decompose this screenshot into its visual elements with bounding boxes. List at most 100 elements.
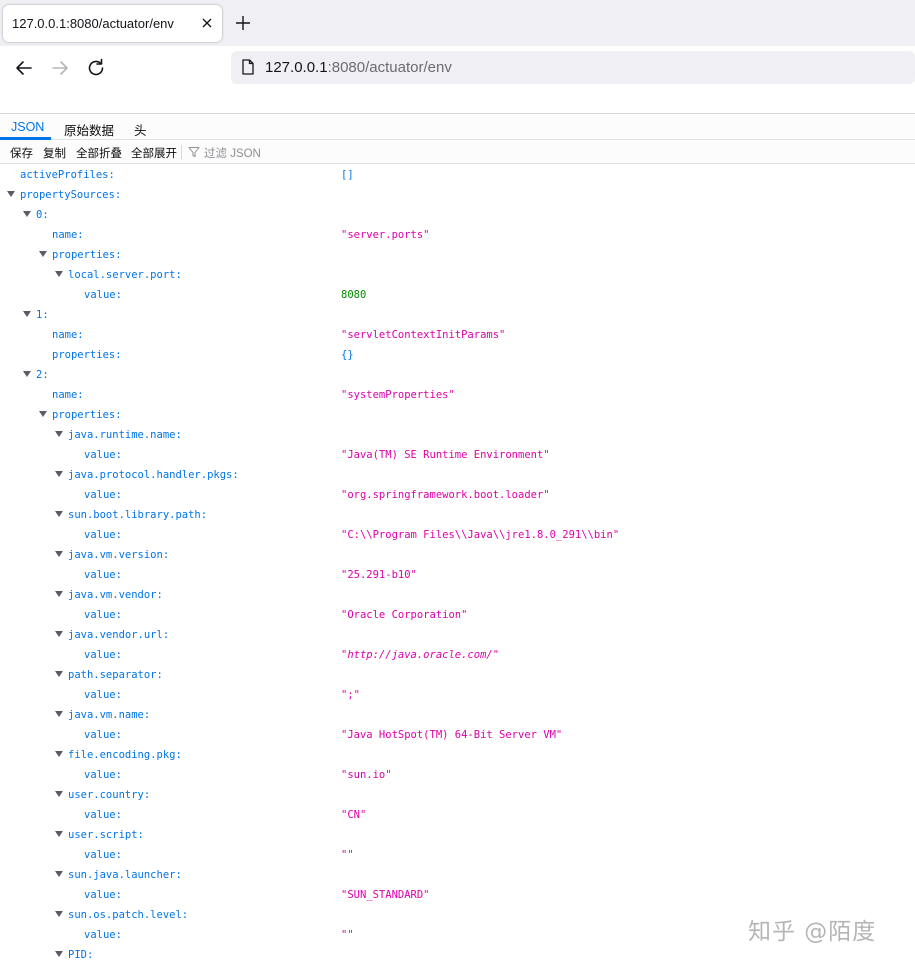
tree-key: path.separator: bbox=[68, 669, 163, 681]
address-bar[interactable]: 127.0.0.1:8080/actuator/env bbox=[231, 51, 915, 84]
url-text[interactable]: 127.0.0.1:8080/actuator/env bbox=[265, 59, 452, 76]
tree-row[interactable]: 2: bbox=[0, 365, 915, 385]
tree-key: value: bbox=[84, 289, 122, 301]
tree-row[interactable]: sun.boot.library.path: bbox=[0, 505, 915, 525]
tree-row[interactable]: java.runtime.name: bbox=[0, 425, 915, 445]
tree-key: value: bbox=[84, 449, 122, 461]
close-tab-icon[interactable] bbox=[199, 15, 215, 31]
tab-title: 127.0.0.1:8080/actuator/env bbox=[12, 16, 174, 31]
expand-toggle-icon[interactable] bbox=[55, 271, 63, 277]
tree-value: "Java(TM) SE Runtime Environment" bbox=[341, 449, 550, 461]
expand-toggle-icon[interactable] bbox=[39, 251, 47, 257]
tree-key: java.vm.name: bbox=[68, 709, 151, 721]
tree-row[interactable]: java.vm.version: bbox=[0, 545, 915, 565]
tree-key: sun.boot.library.path: bbox=[68, 509, 208, 521]
expand-toggle-icon[interactable] bbox=[7, 191, 15, 197]
save-button[interactable]: 保存 bbox=[10, 145, 33, 161]
expand-toggle-icon[interactable] bbox=[23, 371, 31, 377]
tree-row[interactable]: 1: bbox=[0, 305, 915, 325]
url-path: :8080/actuator/env bbox=[327, 59, 452, 76]
tree-key: value: bbox=[84, 929, 122, 941]
tree-row[interactable]: java.vm.name: bbox=[0, 705, 915, 725]
filter-json-input[interactable]: 过滤 JSON bbox=[204, 145, 261, 161]
expand-toggle-icon[interactable] bbox=[55, 951, 63, 957]
tree-row[interactable]: user.country: bbox=[0, 785, 915, 805]
tree-key: value: bbox=[84, 729, 122, 741]
expand-toggle-icon[interactable] bbox=[55, 671, 63, 677]
tab-json[interactable]: JSON bbox=[11, 120, 44, 134]
tree-key: file.encoding.pkg: bbox=[68, 749, 182, 761]
expand-toggle-icon[interactable] bbox=[55, 871, 63, 877]
expand-toggle-icon[interactable] bbox=[55, 471, 63, 477]
expand-toggle-icon[interactable] bbox=[23, 311, 31, 317]
tree-key: java.vm.version: bbox=[68, 549, 170, 561]
browser-tab[interactable]: 127.0.0.1:8080/actuator/env bbox=[3, 5, 222, 42]
tab-strip: 127.0.0.1:8080/actuator/env bbox=[0, 0, 915, 46]
tab-raw-data[interactable]: 原始数据 bbox=[64, 120, 114, 139]
expand-toggle-icon[interactable] bbox=[55, 551, 63, 557]
toolbar-divider bbox=[181, 145, 182, 160]
expand-toggle-icon[interactable] bbox=[55, 431, 63, 437]
expand-toggle-icon[interactable] bbox=[39, 411, 47, 417]
new-tab-icon[interactable] bbox=[234, 14, 252, 32]
page-icon[interactable] bbox=[239, 58, 257, 76]
tree-key: activeProfiles: bbox=[20, 169, 115, 181]
tree-row[interactable]: java.vendor.url: bbox=[0, 625, 915, 645]
tree-row[interactable]: user.script: bbox=[0, 825, 915, 845]
expand-toggle-icon[interactable] bbox=[55, 511, 63, 517]
expand-toggle-icon[interactable] bbox=[55, 711, 63, 717]
back-arrow-icon[interactable] bbox=[12, 56, 36, 80]
tree-key: properties: bbox=[52, 349, 122, 361]
tree-row: value: "25.291-b10" bbox=[0, 565, 915, 585]
tree-row[interactable]: java.vm.vendor: bbox=[0, 585, 915, 605]
collapse-all-button[interactable]: 全部折叠 bbox=[76, 145, 122, 161]
tree-value: "" bbox=[341, 849, 354, 861]
tree-key: value: bbox=[84, 689, 122, 701]
expand-toggle-icon[interactable] bbox=[55, 831, 63, 837]
tree-key: value: bbox=[84, 769, 122, 781]
tree-row: name: "systemProperties" bbox=[0, 385, 915, 405]
tree-row[interactable]: sun.java.launcher: bbox=[0, 865, 915, 885]
forward-arrow-icon[interactable] bbox=[48, 56, 72, 80]
url-host: 127.0.0.1 bbox=[265, 59, 328, 76]
tree-value: "C:\\Program Files\\Java\\jre1.8.0_291\\… bbox=[341, 529, 620, 541]
tree-value: {} bbox=[341, 349, 354, 361]
tree-value: "Oracle Corporation" bbox=[341, 609, 468, 621]
tree-row[interactable]: java.protocol.handler.pkgs: bbox=[0, 465, 915, 485]
copy-button[interactable]: 复制 bbox=[43, 145, 66, 161]
tree-key: 0: bbox=[36, 209, 49, 221]
expand-all-button[interactable]: 全部展开 bbox=[131, 145, 177, 161]
tree-key: 1: bbox=[36, 309, 49, 321]
tree-key: value: bbox=[84, 529, 122, 541]
tree-value: "Java HotSpot(TM) 64-Bit Server VM" bbox=[341, 729, 563, 741]
tree-row[interactable]: file.encoding.pkg: bbox=[0, 745, 915, 765]
expand-toggle-icon[interactable] bbox=[55, 631, 63, 637]
tree-value: "systemProperties" bbox=[341, 389, 455, 401]
tree-row[interactable]: properties: bbox=[0, 245, 915, 265]
tree-key: name: bbox=[52, 229, 84, 241]
tree-value: "sun.io" bbox=[341, 769, 392, 781]
tree-key: 2: bbox=[36, 369, 49, 381]
expand-toggle-icon[interactable] bbox=[55, 911, 63, 917]
expand-toggle-icon[interactable] bbox=[23, 211, 31, 217]
tree-key: sun.java.launcher: bbox=[68, 869, 182, 881]
reload-icon[interactable] bbox=[84, 56, 108, 80]
tree-key: value: bbox=[84, 569, 122, 581]
tab-headers[interactable]: 头 bbox=[134, 120, 147, 139]
tree-row: value: 8080 bbox=[0, 285, 915, 305]
tree-key: PID: bbox=[68, 949, 94, 961]
tree-key: java.runtime.name: bbox=[68, 429, 182, 441]
expand-toggle-icon[interactable] bbox=[55, 751, 63, 757]
tree-key: java.vendor.url: bbox=[68, 629, 170, 641]
tree-row: value: "C:\\Program Files\\Java\\jre1.8.0… bbox=[0, 525, 915, 545]
tree-row[interactable]: 0: bbox=[0, 205, 915, 225]
tree-row: activeProfiles: [] bbox=[0, 165, 915, 185]
tree-row[interactable]: PID: bbox=[0, 945, 915, 965]
tree-row[interactable]: propertySources: bbox=[0, 185, 915, 205]
tree-row[interactable]: properties: bbox=[0, 405, 915, 425]
tree-row[interactable]: path.separator: bbox=[0, 665, 915, 685]
expand-toggle-icon[interactable] bbox=[55, 791, 63, 797]
tree-row[interactable]: local.server.port: bbox=[0, 265, 915, 285]
expand-toggle-icon[interactable] bbox=[55, 591, 63, 597]
tree-key: properties: bbox=[52, 409, 122, 421]
